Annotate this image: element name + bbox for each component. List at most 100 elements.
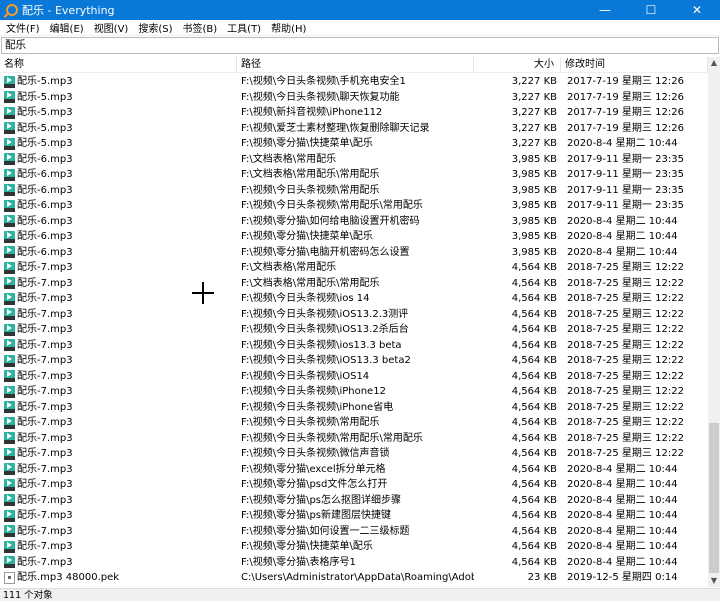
table-row[interactable]: 配乐-6.mp3 F:\文档表格\常用配乐 3,985 KB 2017-9-11… — [0, 152, 708, 168]
table-row[interactable]: 配乐-7.mp3 F:\视频\今日头条视频\ios 14 4,564 KB 20… — [0, 291, 708, 307]
table-row[interactable]: 配乐-7.mp3 F:\视频\今日头条视频\iOS14 4,564 KB 201… — [0, 369, 708, 385]
file-name: 配乐-6.mp3 — [17, 184, 73, 196]
file-size: 4,564 KB — [511, 463, 557, 475]
table-row[interactable]: 配乐-7.mp3 F:\视频\零分猫\快捷菜单\配乐 4,564 KB 2020… — [0, 539, 708, 555]
file-date: 2018-7-25 星期三 12:22 — [567, 308, 684, 320]
mp3-file-icon — [4, 246, 15, 259]
table-row[interactable]: 配乐-6.mp3 F:\视频\零分猫\如何给电脑设置开机密码 3,985 KB … — [0, 214, 708, 230]
table-row[interactable]: 配乐-5.mp3 F:\视频\零分猫\快捷菜单\配乐 3,227 KB 2020… — [0, 136, 708, 152]
file-name: 配乐-7.mp3 — [17, 277, 73, 289]
file-path: F:\视频\爱芝士素材整理\恢复删除聊天记录 — [241, 122, 430, 134]
table-row[interactable]: 配乐-7.mp3 F:\视频\零分猫\ps新建图层快捷键 4,564 KB 20… — [0, 508, 708, 524]
file-path: F:\视频\零分猫\快捷菜单\配乐 — [241, 138, 373, 149]
file-path: F:\视频\零分猫\excel拆分单元格 — [241, 463, 386, 475]
file-name: 配乐-7.mp3 — [17, 541, 73, 552]
scroll-down-icon[interactable]: ▼ — [708, 575, 720, 587]
table-row[interactable]: 配乐-7.mp3 F:\视频\今日头条视频\iOS13.3 beta2 4,56… — [0, 353, 708, 369]
table-row[interactable]: 配乐-5.mp3 F:\视频\今日头条视频\手机充电安全1 3,227 KB 2… — [0, 74, 708, 90]
table-row[interactable]: 配乐-6.mp3 F:\视频\今日头条视频\常用配乐 3,985 KB 2017… — [0, 183, 708, 199]
file-date: 2018-7-25 星期三 12:22 — [567, 386, 684, 397]
table-row[interactable]: 配乐-7.mp3 F:\文档表格\常用配乐\常用配乐 4,564 KB 2018… — [0, 276, 708, 292]
file-size: 4,564 KB — [511, 324, 557, 335]
table-row[interactable]: 配乐-6.mp3 F:\视频\零分猫\电脑开机密码怎么设置 3,985 KB 2… — [0, 245, 708, 261]
file-size: 3,985 KB — [511, 215, 557, 227]
file-size: 3,985 KB — [511, 153, 557, 165]
scroll-thumb[interactable] — [709, 423, 719, 573]
close-button[interactable]: ✕ — [674, 0, 720, 20]
file-name-cell: 配乐-5.mp3 — [0, 121, 237, 137]
file-date: 2020-8-4 星期二 10:44 — [567, 556, 678, 568]
column-size[interactable]: 大小 — [474, 57, 561, 72]
minimize-button[interactable]: — — [582, 0, 628, 20]
file-path: F:\视频\今日头条视频\常用配乐\常用配乐 — [241, 200, 423, 211]
mp3-file-icon — [4, 323, 15, 336]
file-name: 配乐-7.mp3 — [17, 324, 73, 335]
file-name: 配乐-7.mp3 — [17, 510, 73, 521]
file-path: F:\视频\今日头条视频\常用配乐 — [241, 417, 380, 428]
table-row[interactable]: 配乐-7.mp3 F:\视频\零分猫\如何设置一二三级标题 4,564 KB 2… — [0, 524, 708, 540]
table-row[interactable]: 配乐.mp3 48000.pek C:\Users\Administrator\… — [0, 570, 708, 586]
menu-search[interactable]: 搜索(S) — [138, 20, 172, 35]
table-row[interactable]: 配乐-7.mp3 F:\视频\零分猫\excel拆分单元格 4,564 KB 2… — [0, 462, 708, 478]
search-input[interactable]: 配乐 — [1, 37, 719, 54]
menu-tools[interactable]: 工具(T) — [227, 20, 261, 35]
table-row[interactable]: 配乐-7.mp3 F:\视频\今日头条视频\ios13.3 beta 4,564… — [0, 338, 708, 354]
table-row[interactable]: 配乐-5.mp3 F:\视频\爱芝士素材整理\恢复删除聊天记录 3,227 KB… — [0, 121, 708, 137]
file-name-cell: 配乐-6.mp3 — [0, 183, 237, 199]
file-size: 4,564 KB — [511, 525, 557, 537]
column-name[interactable]: 名称 — [0, 57, 237, 72]
file-path: F:\视频\零分猫\表格序号1 — [241, 556, 356, 568]
table-row[interactable]: 配乐-6.mp3 F:\文档表格\常用配乐\常用配乐 3,985 KB 2017… — [0, 167, 708, 183]
table-row[interactable]: 配乐-6.mp3 F:\视频\今日头条视频\常用配乐\常用配乐 3,985 KB… — [0, 198, 708, 214]
file-date: 2017-9-11 星期一 23:35 — [567, 200, 684, 211]
file-name-cell: 配乐-7.mp3 — [0, 493, 237, 509]
table-row[interactable]: 配乐-7.mp3 F:\视频\零分猫\psd文件怎么打开 4,564 KB 20… — [0, 477, 708, 493]
results-list: 配乐-5.mp3 F:\视频\今日头条视频\手机充电安全1 3,227 KB 2… — [0, 74, 708, 586]
table-row[interactable]: 配乐-7.mp3 F:\视频\今日头条视频\常用配乐\常用配乐 4,564 KB… — [0, 431, 708, 447]
mp3-file-icon — [4, 137, 15, 150]
table-row[interactable]: 配乐-7.mp3 F:\视频\今日头条视频\iPhone省电 4,564 KB … — [0, 400, 708, 416]
file-date: 2018-7-25 星期三 12:22 — [567, 432, 684, 444]
file-name-cell: 配乐-5.mp3 — [0, 90, 237, 106]
menu-edit[interactable]: 编辑(E) — [50, 20, 84, 35]
table-row[interactable]: 配乐-7.mp3 F:\视频\今日头条视频\iOS13.2杀后台 4,564 K… — [0, 322, 708, 338]
table-row[interactable]: 配乐-7.mp3 F:\视频\今日头条视频\微信声音锁 4,564 KB 201… — [0, 446, 708, 462]
mp3-file-icon — [4, 556, 15, 569]
scroll-up-icon[interactable]: ▲ — [708, 57, 720, 69]
table-row[interactable]: 配乐-7.mp3 F:\视频\零分猫\表格序号1 4,564 KB 2020-8… — [0, 555, 708, 571]
menu-view[interactable]: 视图(V) — [94, 20, 129, 35]
file-name-cell: 配乐-7.mp3 — [0, 400, 237, 416]
column-date[interactable]: 修改时间 — [561, 57, 708, 72]
file-name-cell: 配乐-7.mp3 — [0, 369, 237, 385]
menu-bookmarks[interactable]: 书签(B) — [183, 20, 218, 35]
maximize-button[interactable]: ☐ — [628, 0, 674, 20]
file-name: 配乐-7.mp3 — [17, 339, 73, 351]
file-date: 2018-7-25 星期三 12:22 — [567, 324, 684, 335]
table-row[interactable]: 配乐-6.mp3 F:\视频\零分猫\快捷菜单\配乐 3,985 KB 2020… — [0, 229, 708, 245]
file-name-cell: 配乐-6.mp3 — [0, 167, 237, 183]
table-row[interactable]: 配乐-5.mp3 F:\视频\新抖音视频\iPhone112 3,227 KB … — [0, 105, 708, 121]
menu-file[interactable]: 文件(F) — [6, 20, 40, 35]
vertical-scrollbar[interactable]: ▲ ▼ — [708, 57, 720, 587]
file-size: 4,564 KB — [511, 370, 557, 382]
menu-help[interactable]: 帮助(H) — [271, 20, 306, 35]
table-row[interactable]: 配乐-7.mp3 F:\视频\零分猫\ps怎么抠图详细步骤 4,564 KB 2… — [0, 493, 708, 509]
menu-bar: 文件(F) 编辑(E) 视图(V) 搜索(S) 书签(B) 工具(T) 帮助(H… — [0, 20, 720, 36]
mp3-file-icon — [4, 308, 15, 321]
file-name-cell: 配乐-5.mp3 — [0, 136, 237, 152]
table-row[interactable]: 配乐-5.mp3 F:\视频\今日头条视频\聊天恢复功能 3,227 KB 20… — [0, 90, 708, 106]
table-row[interactable]: 配乐-7.mp3 F:\视频\今日头条视频\常用配乐 4,564 KB 2018… — [0, 415, 708, 431]
mp3-file-icon — [4, 370, 15, 383]
mp3-file-icon — [4, 463, 15, 476]
file-date: 2020-8-4 星期二 10:44 — [567, 525, 678, 537]
table-row[interactable]: 配乐-7.mp3 F:\文档表格\常用配乐 4,564 KB 2018-7-25… — [0, 260, 708, 276]
mp3-file-icon — [4, 122, 15, 135]
file-date: 2019-12-5 星期四 0:14 — [567, 572, 678, 583]
table-row[interactable]: 配乐-7.mp3 F:\视频\今日头条视频\iPhone12 4,564 KB … — [0, 384, 708, 400]
file-path: C:\Users\Administrator\AppData\Roaming\A… — [241, 572, 474, 583]
file-date: 2020-8-4 星期二 10:44 — [567, 138, 678, 149]
column-path[interactable]: 路径 — [237, 57, 474, 72]
file-name-cell: 配乐-7.mp3 — [0, 353, 237, 369]
file-name: 配乐-5.mp3 — [17, 76, 73, 87]
table-row[interactable]: 配乐-7.mp3 F:\视频\今日头条视频\iOS13.2.3测评 4,564 … — [0, 307, 708, 323]
